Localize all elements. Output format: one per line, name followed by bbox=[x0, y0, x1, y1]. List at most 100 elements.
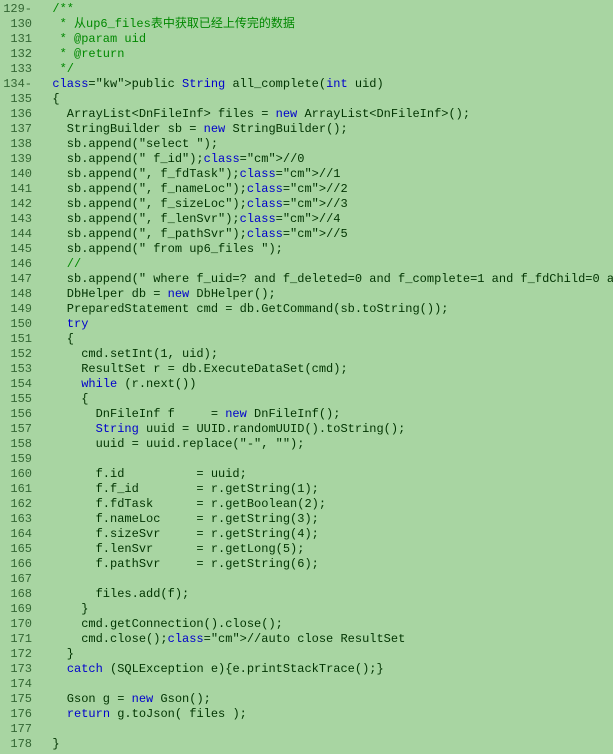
code-line: 146 // bbox=[0, 257, 613, 272]
line-number: 158 bbox=[0, 437, 38, 452]
code-line: 165 f.lenSvr = r.getLong(5); bbox=[0, 542, 613, 557]
line-number: 131 bbox=[0, 32, 38, 47]
line-content: catch (SQLException e){e.printStackTrace… bbox=[38, 662, 613, 677]
code-line: 164 f.sizeSvr = r.getString(4); bbox=[0, 527, 613, 542]
line-content: ArrayList<DnFileInf> files = new ArrayLi… bbox=[38, 107, 613, 122]
code-line: 134- class="kw">public String all_comple… bbox=[0, 77, 613, 92]
code-line: 139 sb.append(" f_id");class="cm">//0 bbox=[0, 152, 613, 167]
line-number: 136 bbox=[0, 107, 38, 122]
line-content: { bbox=[38, 332, 613, 347]
code-line: 152 cmd.setInt(1, uid); bbox=[0, 347, 613, 362]
line-number: 156 bbox=[0, 407, 38, 422]
code-line: 135 { bbox=[0, 92, 613, 107]
line-number: 160 bbox=[0, 467, 38, 482]
code-line: 160 f.id = uuid; bbox=[0, 467, 613, 482]
line-number: 138 bbox=[0, 137, 38, 152]
line-number: 174 bbox=[0, 677, 38, 692]
code-line: 167 bbox=[0, 572, 613, 587]
line-number: 139 bbox=[0, 152, 38, 167]
line-number: 145 bbox=[0, 242, 38, 257]
line-number: 147 bbox=[0, 272, 38, 287]
line-number: 144 bbox=[0, 227, 38, 242]
code-line: 168 files.add(f); bbox=[0, 587, 613, 602]
line-content: * @param uid bbox=[38, 32, 613, 47]
line-content: */ bbox=[38, 62, 613, 77]
line-number: 169 bbox=[0, 602, 38, 617]
line-content: String uuid = UUID.randomUUID().toString… bbox=[38, 422, 613, 437]
code-line: 175 Gson g = new Gson(); bbox=[0, 692, 613, 707]
code-line: 138 sb.append("select "); bbox=[0, 137, 613, 152]
line-number: 142 bbox=[0, 197, 38, 212]
line-number: 141 bbox=[0, 182, 38, 197]
line-number: 162 bbox=[0, 497, 38, 512]
line-content: sb.append(", f_pathSvr");class="cm">//5 bbox=[38, 227, 613, 242]
line-content: } bbox=[38, 647, 613, 662]
line-content: { bbox=[38, 92, 613, 107]
code-line: 174 bbox=[0, 677, 613, 692]
code-line: 133 */ bbox=[0, 62, 613, 77]
line-content: PreparedStatement cmd = db.GetCommand(sb… bbox=[38, 302, 613, 317]
code-line: 172 } bbox=[0, 647, 613, 662]
line-content: cmd.close();class="cm">//auto close Resu… bbox=[38, 632, 613, 647]
line-content: while (r.next()) bbox=[38, 377, 613, 392]
code-line: 153 ResultSet r = db.ExecuteDataSet(cmd)… bbox=[0, 362, 613, 377]
line-number: 135 bbox=[0, 92, 38, 107]
line-content: } bbox=[38, 737, 613, 752]
line-number: 178 bbox=[0, 737, 38, 752]
code-editor: 129- /**130 * 从up6_files表中获取已经上传完的数据131 … bbox=[0, 0, 613, 754]
line-content: Gson g = new Gson(); bbox=[38, 692, 613, 707]
code-line: 171 cmd.close();class="cm">//auto close … bbox=[0, 632, 613, 647]
line-number: 155 bbox=[0, 392, 38, 407]
line-content: * @return bbox=[38, 47, 613, 62]
line-number: 176 bbox=[0, 707, 38, 722]
line-number: 143 bbox=[0, 212, 38, 227]
line-number: 168 bbox=[0, 587, 38, 602]
code-line: 132 * @return bbox=[0, 47, 613, 62]
line-content: return g.toJson( files ); bbox=[38, 707, 613, 722]
line-number: 161 bbox=[0, 482, 38, 497]
line-content: * 从up6_files表中获取已经上传完的数据 bbox=[38, 17, 613, 32]
code-line: 130 * 从up6_files表中获取已经上传完的数据 bbox=[0, 17, 613, 32]
line-content: f.f_id = r.getString(1); bbox=[38, 482, 613, 497]
line-content: sb.append(", f_sizeLoc");class="cm">//3 bbox=[38, 197, 613, 212]
line-content: /** bbox=[38, 2, 613, 17]
code-line: 161 f.f_id = r.getString(1); bbox=[0, 482, 613, 497]
code-line: 162 f.fdTask = r.getBoolean(2); bbox=[0, 497, 613, 512]
line-content: sb.append(", f_nameLoc");class="cm">//2 bbox=[38, 182, 613, 197]
code-line: 142 sb.append(", f_sizeLoc");class="cm">… bbox=[0, 197, 613, 212]
line-content: ResultSet r = db.ExecuteDataSet(cmd); bbox=[38, 362, 613, 377]
line-number: 165 bbox=[0, 542, 38, 557]
line-content: try bbox=[38, 317, 613, 332]
line-content: { bbox=[38, 392, 613, 407]
line-number: 167 bbox=[0, 572, 38, 587]
line-content: files.add(f); bbox=[38, 587, 613, 602]
line-content: } bbox=[38, 602, 613, 617]
line-number: 157 bbox=[0, 422, 38, 437]
line-content: sb.append(" from up6_files "); bbox=[38, 242, 613, 257]
line-number: 146 bbox=[0, 257, 38, 272]
line-number: 166 bbox=[0, 557, 38, 572]
code-line: 141 sb.append(", f_nameLoc");class="cm">… bbox=[0, 182, 613, 197]
line-number: 129- bbox=[0, 2, 38, 17]
line-content: DbHelper db = new DbHelper(); bbox=[38, 287, 613, 302]
line-content: cmd.setInt(1, uid); bbox=[38, 347, 613, 362]
line-content: f.sizeSvr = r.getString(4); bbox=[38, 527, 613, 542]
code-line: 170 cmd.getConnection().close(); bbox=[0, 617, 613, 632]
line-content: sb.append(" f_id");class="cm">//0 bbox=[38, 152, 613, 167]
code-line: 166 f.pathSvr = r.getString(6); bbox=[0, 557, 613, 572]
code-line: 177 bbox=[0, 722, 613, 737]
code-line: 156 DnFileInf f = new DnFileInf(); bbox=[0, 407, 613, 422]
code-line: 163 f.nameLoc = r.getString(3); bbox=[0, 512, 613, 527]
line-number: 137 bbox=[0, 122, 38, 137]
code-line: 155 { bbox=[0, 392, 613, 407]
line-number: 133 bbox=[0, 62, 38, 77]
line-number: 177 bbox=[0, 722, 38, 737]
code-line: 159 bbox=[0, 452, 613, 467]
line-number: 170 bbox=[0, 617, 38, 632]
code-line: 147 sb.append(" where f_uid=? and f_dele… bbox=[0, 272, 613, 287]
line-content: f.id = uuid; bbox=[38, 467, 613, 482]
code-line: 143 sb.append(", f_lenSvr");class="cm">/… bbox=[0, 212, 613, 227]
line-number: 153 bbox=[0, 362, 38, 377]
line-content: uuid = uuid.replace("-", ""); bbox=[38, 437, 613, 452]
code-line: 131 * @param uid bbox=[0, 32, 613, 47]
